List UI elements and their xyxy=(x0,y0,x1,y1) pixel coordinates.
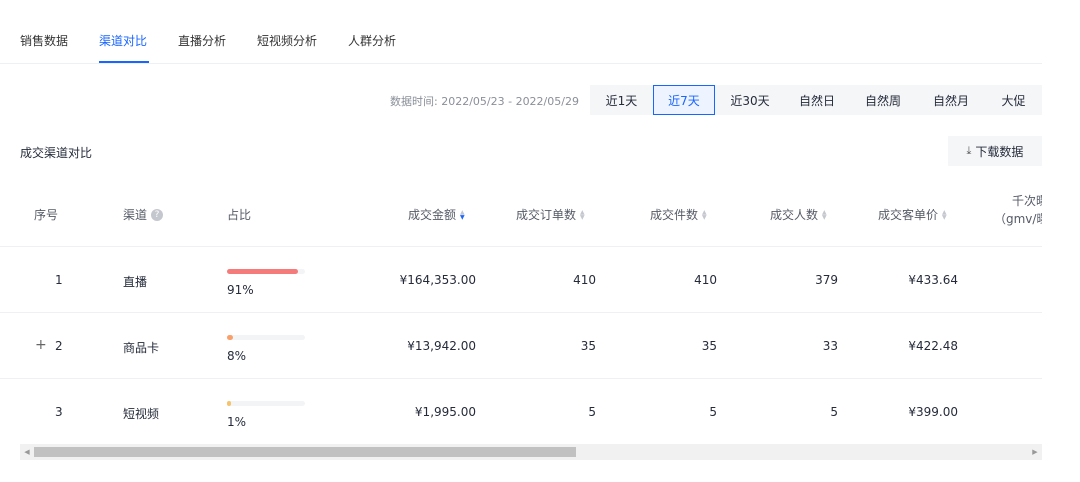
table-row: 1 直播 91% ¥164,353.00 410 410 379 ¥433.64 xyxy=(0,247,1042,313)
share-bar-fill xyxy=(227,335,233,340)
row-channel[interactable]: 商品卡 xyxy=(123,339,159,356)
sort-icon[interactable]: ▲ ▼ xyxy=(460,209,465,220)
scrollbar-thumb[interactable] xyxy=(34,447,576,457)
range-1-day[interactable]: 近1天 xyxy=(590,85,653,115)
row-channel[interactable]: 短视频 xyxy=(123,405,159,422)
active-tab-indicator xyxy=(99,61,149,63)
row-channel[interactable]: 直播 xyxy=(123,273,147,290)
row-items: 5 xyxy=(709,405,717,419)
download-icon: ⤓ xyxy=(966,144,972,157)
header-share: 占比 xyxy=(227,208,252,222)
date-toolbar: 数据时间: 2022/05/23 - 2022/05/29 近1天 近7天 近3… xyxy=(0,84,1042,118)
sort-icon[interactable]: ▲ ▼ xyxy=(942,209,947,220)
download-label: 下载数据 xyxy=(975,144,1024,159)
horizontal-scrollbar[interactable]: ◀ ▶ xyxy=(20,444,1042,460)
row-gmv: ¥1,995.00 xyxy=(414,405,476,419)
row-gmv: ¥164,353.00 xyxy=(399,273,476,287)
share-bar xyxy=(227,401,305,406)
header-gmv[interactable]: 成交金额 ▲ ▼ xyxy=(408,206,465,223)
row-gmv: ¥13,942.00 xyxy=(407,339,476,353)
row-avg-price: ¥422.48 xyxy=(908,339,958,353)
range-natural-day[interactable]: 自然日 xyxy=(785,85,849,115)
header-orders-label: 成交订单数 xyxy=(516,208,577,222)
header-gpm-line1: 千次曝 xyxy=(1012,194,1042,208)
tab-audience-analysis[interactable]: 人群分析 xyxy=(348,32,396,49)
row-share: 1% xyxy=(227,415,247,429)
tab-live-analysis[interactable]: 直播分析 xyxy=(178,32,226,49)
table-row: 3 短视频 1% ¥1,995.00 5 5 5 ¥399.00 xyxy=(0,379,1042,444)
data-time-range: 数据时间: 2022/05/23 - 2022/05/29 xyxy=(390,95,579,108)
row-buyers: 33 xyxy=(822,339,838,353)
header-buyers-label: 成交人数 xyxy=(770,208,819,222)
header-buyers[interactable]: 成交人数 ▲ ▼ xyxy=(770,206,827,223)
share-bar-fill xyxy=(227,269,298,274)
header-gpm: 千次曝 （gmv/曝 xyxy=(994,192,1042,228)
header-items-label: 成交件数 xyxy=(650,208,699,222)
range-natural-month[interactable]: 自然月 xyxy=(917,85,985,115)
scroll-right-icon[interactable]: ▶ xyxy=(1028,444,1042,460)
row-buyers: 5 xyxy=(830,405,838,419)
row-orders: 5 xyxy=(588,405,596,419)
header-items[interactable]: 成交件数 ▲ ▼ xyxy=(650,206,707,223)
header-avg-price-label: 成交客单价 xyxy=(878,208,939,222)
date-range-selector: 近1天 近7天 近30天 自然日 自然周 自然月 大促 xyxy=(590,85,1042,115)
tab-channel-compare[interactable]: 渠道对比 xyxy=(99,32,147,49)
channel-table: 序号 渠道 ? 占比 成交金额 ▲ ▼ 成交订单数 ▲ ▼ 成交件数 ▲ ▼ 成交人数… xyxy=(0,180,1042,444)
sort-icon[interactable]: ▲ ▼ xyxy=(580,209,585,220)
download-data-button[interactable]: ⤓ 下载数据 xyxy=(948,136,1042,166)
header-gpm-line2: （gmv/曝 xyxy=(994,212,1042,226)
row-index: 1 xyxy=(55,273,63,287)
table-row: + 2 商品卡 8% ¥13,942.00 35 35 33 ¥422.48 xyxy=(0,313,1042,379)
row-index: 2 xyxy=(55,339,63,353)
tab-sales-data[interactable]: 销售数据 xyxy=(20,32,68,49)
row-share: 91% xyxy=(227,283,254,297)
expand-icon[interactable]: + xyxy=(35,337,47,353)
row-items: 35 xyxy=(701,339,717,353)
header-index: 序号 xyxy=(34,208,59,222)
sort-icon[interactable]: ▲ ▼ xyxy=(822,209,827,220)
range-natural-week[interactable]: 自然周 xyxy=(849,85,917,115)
range-7-days[interactable]: 近7天 xyxy=(653,85,715,115)
sort-icon[interactable]: ▲ ▼ xyxy=(702,209,707,220)
row-orders: 35 xyxy=(580,339,596,353)
row-index: 3 xyxy=(55,405,63,419)
section-title: 成交渠道对比 xyxy=(20,146,93,160)
header-gmv-label: 成交金额 xyxy=(408,208,457,222)
help-icon[interactable]: ? xyxy=(151,208,164,221)
tab-short-video-analysis[interactable]: 短视频分析 xyxy=(257,32,317,49)
header-channel-label: 渠道 xyxy=(123,208,148,222)
row-items: 410 xyxy=(694,273,717,287)
header-avg-price[interactable]: 成交客单价 ▲ ▼ xyxy=(878,206,947,223)
tab-bar: 销售数据 渠道对比 直播分析 短视频分析 人群分析 xyxy=(0,0,1042,64)
row-avg-price: ¥433.64 xyxy=(908,273,958,287)
row-avg-price: ¥399.00 xyxy=(908,405,958,419)
header-channel: 渠道 ? xyxy=(123,206,164,223)
share-bar xyxy=(227,335,305,340)
share-bar xyxy=(227,269,305,274)
scroll-left-icon[interactable]: ◀ xyxy=(20,444,34,460)
row-orders: 410 xyxy=(573,273,596,287)
table-header: 序号 渠道 ? 占比 成交金额 ▲ ▼ 成交订单数 ▲ ▼ 成交件数 ▲ ▼ 成交人数… xyxy=(0,180,1042,247)
row-buyers: 379 xyxy=(815,273,838,287)
share-bar-fill xyxy=(227,401,231,406)
range-promotion[interactable]: 大促 xyxy=(985,85,1042,115)
range-30-days[interactable]: 近30天 xyxy=(715,85,785,115)
header-orders[interactable]: 成交订单数 ▲ ▼ xyxy=(516,206,585,223)
row-share: 8% xyxy=(227,349,247,363)
